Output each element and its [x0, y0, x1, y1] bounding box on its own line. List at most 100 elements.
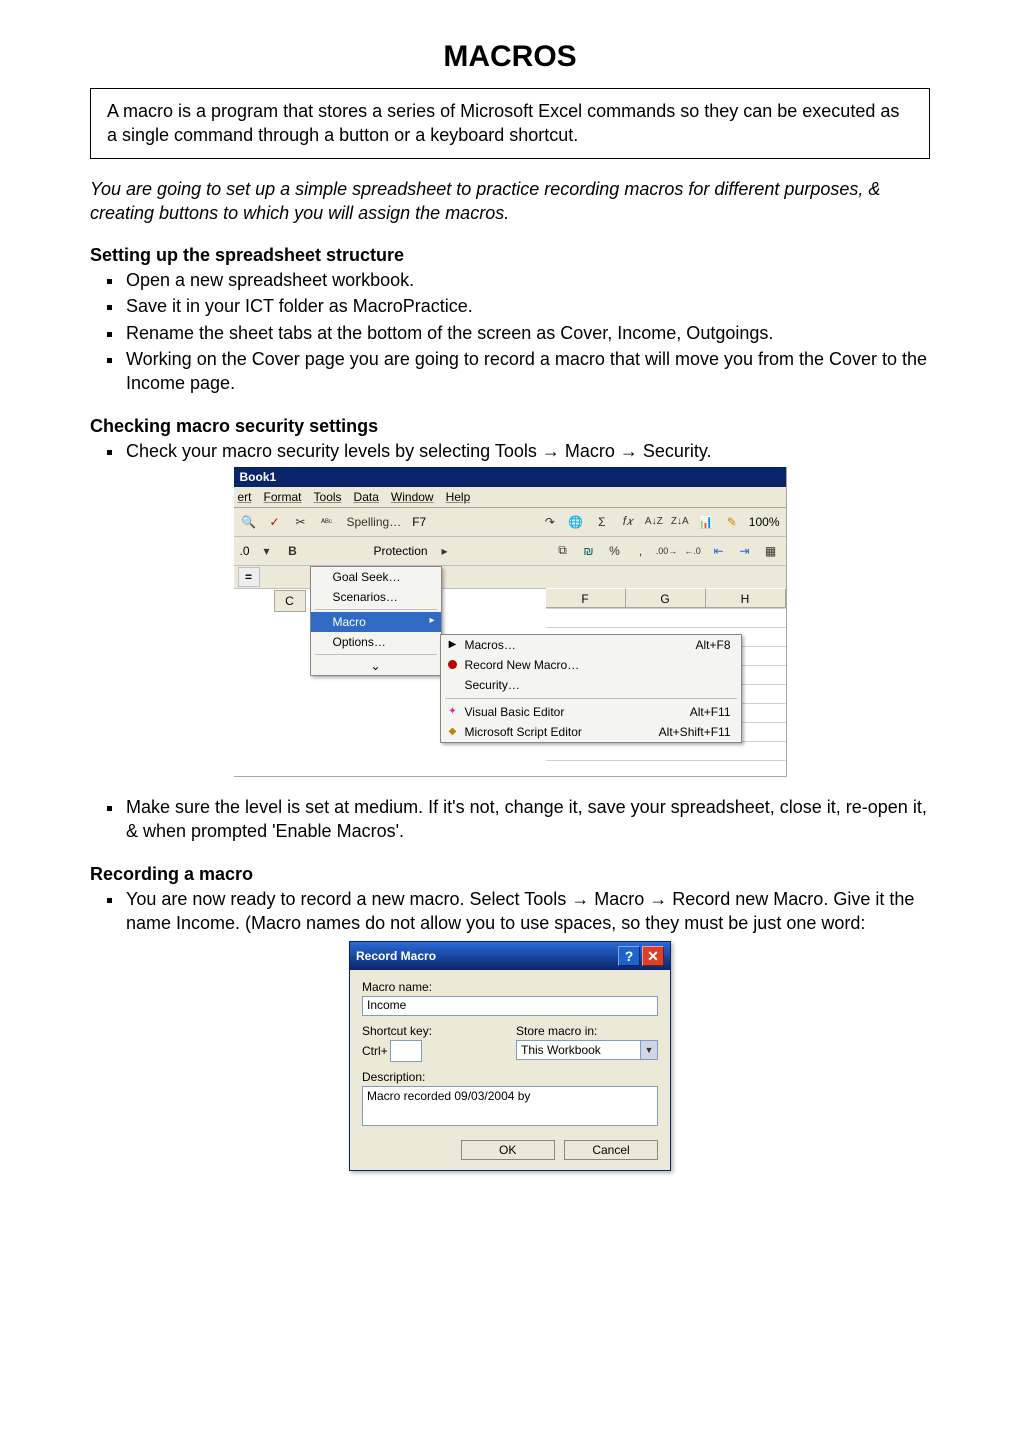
column-header-f[interactable]: F	[546, 588, 626, 608]
zoom-value[interactable]: 100%	[747, 515, 782, 529]
ok-button[interactable]: OK	[461, 1140, 555, 1160]
shortcut-key-label: Shortcut key:	[362, 1024, 504, 1038]
tools-dropdown-menu: Goal Seek… Scenarios… Macro Options… ⌄	[310, 566, 442, 676]
dropdown-icon[interactable]: ▾	[256, 540, 278, 562]
heading-checking: Checking macro security settings	[90, 416, 930, 437]
menu-help[interactable]: Help	[446, 490, 471, 504]
hyperlink-globe-icon[interactable]: 🌐	[565, 511, 587, 533]
comma-style-icon[interactable]: ,	[630, 540, 652, 562]
submenu-label: Visual Basic Editor	[465, 705, 565, 719]
column-header-h[interactable]: H	[706, 588, 786, 608]
menu-data[interactable]: Data	[354, 490, 379, 504]
chart-wizard-icon[interactable]: 📊	[695, 511, 717, 533]
print-preview-icon[interactable]: 🔍	[238, 511, 260, 533]
sort-desc-icon[interactable]: Z↓A	[669, 511, 691, 533]
column-headers: F G H	[546, 588, 786, 608]
submenu-shortcut: Alt+Shift+F11	[659, 725, 731, 739]
menu-insert[interactable]: ert	[238, 490, 252, 504]
currency-icon[interactable]: ₪	[578, 540, 600, 562]
percent-icon[interactable]: %	[604, 540, 626, 562]
italic-intro: You are going to set up a simple spreads…	[90, 177, 930, 226]
macro-submenu: ▶ Macros… Alt+F8 Record New Macro… Secur…	[440, 634, 742, 743]
store-macro-combo[interactable]: This Workbook ▼	[516, 1040, 658, 1060]
menu-separator	[445, 698, 737, 699]
submenu-item-security[interactable]: Security…	[441, 675, 741, 695]
submenu-label: Microsoft Script Editor	[465, 725, 582, 739]
store-macro-value: This Workbook	[521, 1043, 601, 1057]
excel-screenshot: Book1 ert Format Tools Data Window Help …	[234, 467, 787, 777]
description-input[interactable]: Macro recorded 09/03/2004 by	[362, 1086, 658, 1126]
decrease-indent-icon[interactable]: ⇤	[708, 540, 730, 562]
excel-titlebar: Book1	[234, 467, 786, 487]
menu-separator	[315, 654, 437, 655]
submenu-label: Macros…	[465, 638, 516, 652]
equals-button[interactable]: =	[238, 567, 260, 587]
play-icon: ▶	[445, 638, 461, 652]
excel-menubar: ert Format Tools Data Window Help	[234, 487, 786, 508]
record-macro-dialog: Record Macro ? ✕ Macro name: Income Shor…	[349, 941, 671, 1171]
page-title: MACROS	[90, 40, 930, 74]
submenu-shortcut: Alt+F11	[690, 705, 731, 719]
submenu-label: Record New Macro…	[465, 658, 580, 672]
submenu-item-vbe[interactable]: ✦ Visual Basic Editor Alt+F11	[441, 702, 741, 722]
description-label: Description:	[362, 1070, 658, 1084]
list-checking-after: Make sure the level is set at medium. If…	[90, 795, 930, 844]
function-fx-icon[interactable]: f𝑥	[617, 511, 639, 533]
autosum-sigma-icon[interactable]: Σ	[591, 511, 613, 533]
intro-definition-box: A macro is a program that stores a serie…	[90, 88, 930, 159]
column-header-g[interactable]: G	[626, 588, 706, 608]
macro-name-input[interactable]: Income	[362, 996, 658, 1016]
heading-recording: Recording a macro	[90, 864, 930, 885]
shortcut-key-input[interactable]	[390, 1040, 422, 1062]
cancel-button[interactable]: Cancel	[564, 1140, 658, 1160]
script-editor-icon: ◆	[445, 725, 461, 739]
store-macro-label: Store macro in:	[516, 1024, 658, 1038]
help-button-icon[interactable]: ?	[618, 946, 640, 966]
menu-item-goal-seek[interactable]: Goal Seek…	[311, 567, 441, 587]
submenu-arrow-icon: ▸	[434, 540, 456, 562]
submenu-item-record[interactable]: Record New Macro…	[441, 655, 741, 675]
drawing-icon[interactable]: ✎	[721, 511, 743, 533]
excel-toolbar-2: .0 ▾ B Protection ▸ ⧉ ₪ % , .00→ ←.0 ⇤ ⇥…	[234, 537, 786, 566]
list-item: Open a new spreadsheet workbook.	[124, 268, 930, 292]
submenu-item-mse[interactable]: ◆ Microsoft Script Editor Alt+Shift+F11	[441, 722, 741, 742]
macro-name-label: Macro name:	[362, 980, 658, 994]
menu-separator	[315, 609, 437, 610]
spellcheck-icon[interactable]: ✓	[264, 511, 286, 533]
protection-menu-label: Protection	[372, 544, 430, 558]
dialog-titlebar: Record Macro ? ✕	[350, 942, 670, 970]
menu-item-options[interactable]: Options…	[311, 632, 441, 652]
menu-tools[interactable]: Tools	[314, 490, 342, 504]
menu-item-macro[interactable]: Macro	[311, 612, 441, 632]
visual-basic-icon: ✦	[445, 705, 461, 719]
close-button-icon[interactable]: ✕	[642, 946, 664, 966]
dropdown-arrow-icon[interactable]: ▼	[640, 1041, 657, 1059]
submenu-item-macros[interactable]: ▶ Macros… Alt+F8	[441, 635, 741, 655]
increase-decimal-icon[interactable]: .00→	[656, 540, 678, 562]
list-item: Save it in your ICT folder as MacroPract…	[124, 294, 930, 318]
redo-icon[interactable]: ↷	[539, 511, 561, 533]
column-header-c[interactable]: C	[274, 590, 306, 612]
cut-icon[interactable]: ✂	[290, 511, 312, 533]
decimal-style-icon[interactable]: .0	[238, 544, 252, 558]
decrease-decimal-icon[interactable]: ←.0	[682, 540, 704, 562]
bold-icon[interactable]: B	[282, 540, 304, 562]
excel-toolbar-1: 🔍 ✓ ✂ ᴬᴮᶜ Spelling… F7 ↷ 🌐 Σ f𝑥 A↓Z Z↓A …	[234, 508, 786, 537]
submenu-shortcut: Alt+F8	[695, 638, 730, 652]
sort-asc-icon[interactable]: A↓Z	[643, 511, 665, 533]
list-item: You are now ready to record a new macro.…	[124, 887, 930, 936]
heading-setup: Setting up the spreadsheet structure	[90, 245, 930, 266]
merge-center-icon[interactable]: ⧉	[552, 540, 574, 562]
menu-expand-chevron-icon[interactable]: ⌄	[311, 657, 441, 675]
spelling-shortcut: F7	[410, 515, 428, 529]
menu-format[interactable]: Format	[264, 490, 302, 504]
abc-check-icon[interactable]: ᴬᴮᶜ	[316, 511, 338, 533]
borders-icon[interactable]: ▦	[760, 540, 782, 562]
list-item: Working on the Cover page you are going …	[124, 347, 930, 396]
increase-indent-icon[interactable]: ⇥	[734, 540, 756, 562]
spelling-menu-label: Spelling…	[342, 511, 407, 533]
menu-item-scenarios[interactable]: Scenarios…	[311, 587, 441, 607]
list-item: Make sure the level is set at medium. If…	[124, 795, 930, 844]
menu-window[interactable]: Window	[391, 490, 434, 504]
list-item: Rename the sheet tabs at the bottom of t…	[124, 321, 930, 345]
